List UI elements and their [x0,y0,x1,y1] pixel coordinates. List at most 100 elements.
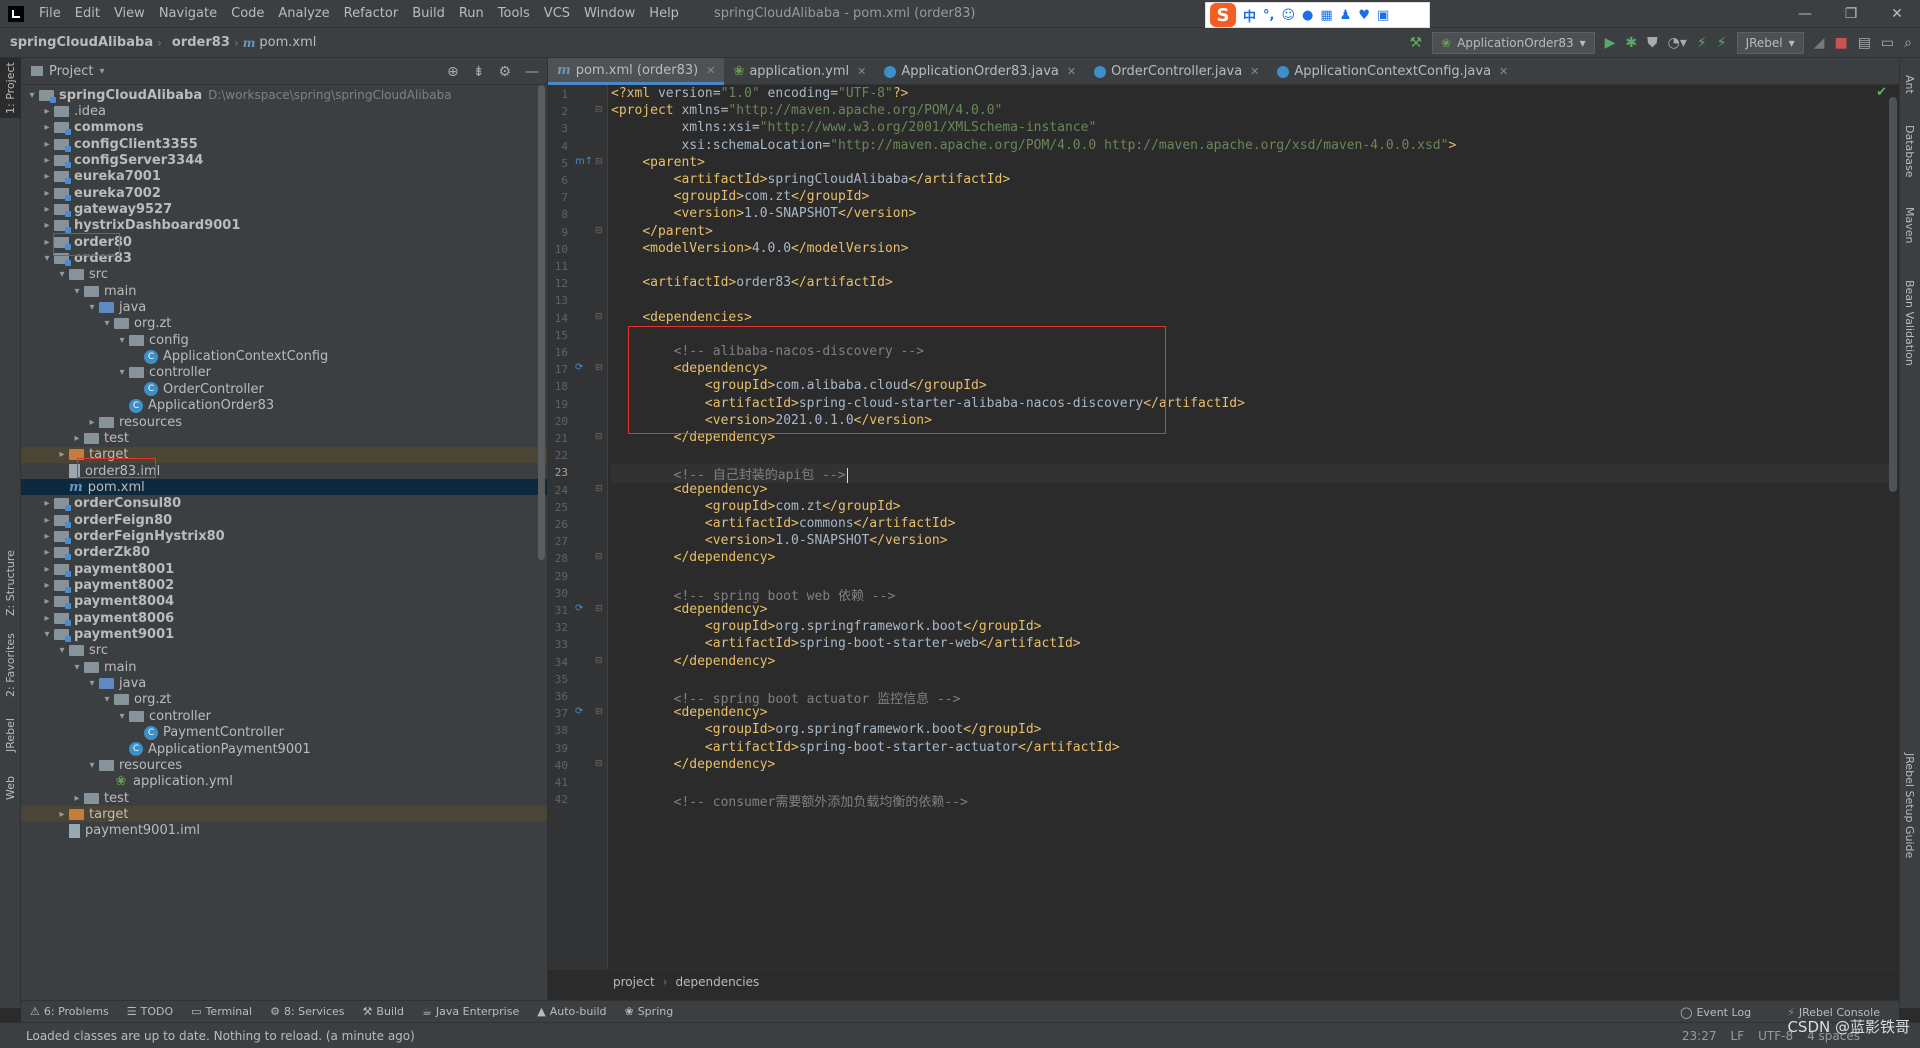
search-icon[interactable]: ⌕ [1904,35,1912,51]
menu-build[interactable]: Build [405,6,452,21]
editor-scrollbar[interactable] [1889,97,1897,492]
ime-chinese-mode-icon[interactable]: 中 [1243,6,1256,25]
tree-item[interactable]: C OrderController [21,381,547,397]
chevron-down-icon[interactable]: ▾ [40,629,54,640]
editor-tab[interactable]: ApplicationContextConfig.java ✕ [1268,58,1517,85]
run-icon[interactable]: ▶ [1605,35,1616,51]
event-log-button[interactable]: ◯ Event Log [1671,1006,1760,1019]
menu-window[interactable]: Window [577,6,642,21]
tool-tab-jrebel-setup-guide[interactable]: JRebel Setup Guide [1899,748,1920,863]
tool-button-auto-build[interactable]: ▲ Auto-build [528,1005,615,1018]
sogou-ime-icon[interactable]: S [1210,3,1236,27]
tree-item[interactable]: ▾ payment9001 [21,627,547,643]
tool-tab-favorites[interactable]: 2: Favorites [0,628,21,703]
menu-tools[interactable]: Tools [491,6,537,21]
restore-icon[interactable]: ❐ [1828,0,1874,28]
chevron-down-icon[interactable]: ▾ [85,760,99,771]
tree-item[interactable]: ▸ orderZk80 [21,545,547,561]
tool-tab-jrebel[interactable]: JRebel [0,708,21,763]
tree-item[interactable]: ▸ payment8001 [21,561,547,577]
tree-item[interactable]: ▸ test [21,430,547,446]
tool-button-java-enterprise[interactable]: ☕ Java Enterprise [413,1005,528,1018]
chevron-down-icon[interactable]: ▾ [70,286,84,297]
collapse-all-icon[interactable]: ⇟ [473,64,485,80]
presentation-icon[interactable]: ▭ [1881,35,1894,51]
dependency-refresh-icon[interactable]: ⟳ [575,362,583,373]
fold-icon[interactable]: ⊟ [595,363,603,373]
tree-item[interactable]: C ApplicationContextConfig [21,349,547,365]
menu-navigate[interactable]: Navigate [152,6,224,21]
chevron-right-icon[interactable]: ▸ [40,237,54,248]
chevron-right-icon[interactable]: ▸ [40,531,54,542]
tree-item[interactable]: ▸ eureka7002 [21,185,547,201]
tree-item[interactable]: ▾ java [21,300,547,316]
tree-item[interactable]: ▸ test [21,790,547,806]
tool-button-spring[interactable]: ❀ Spring [615,1005,682,1018]
chevron-down-icon[interactable]: ▾ [115,367,129,378]
tree-item[interactable]: ▾ controller [21,365,547,381]
editor-tab[interactable]: m pom.xml (order83) ✕ [548,58,725,85]
close-icon[interactable]: ✕ [1067,65,1076,78]
fold-icon[interactable]: ⊟ [595,105,603,115]
tree-item[interactable]: ▸ gateway9527 [21,201,547,217]
chevron-right-icon[interactable]: ▸ [40,220,54,231]
tree-item[interactable]: ▾ springCloudAlibaba D:\workspace\spring\s… [21,87,547,103]
caret-position[interactable]: 23:27 [1682,1029,1717,1043]
chevron-down-icon[interactable]: ▾ [100,318,114,329]
fold-icon[interactable]: ⊟ [595,759,603,769]
tree-item[interactable]: ▸ eureka7001 [21,169,547,185]
fold-icon[interactable]: ⊟ [595,312,603,322]
fold-icon[interactable]: ⊟ [595,604,603,614]
tool-button-problems[interactable]: ⚠ 6: Problems [21,1005,118,1018]
tree-item[interactable]: ▸ orderFeignHystrix80 [21,528,547,544]
fold-icon[interactable]: ⊟ [595,226,603,236]
ime-keyboard-icon[interactable]: ▦ [1320,8,1332,23]
gear-icon[interactable]: ⚙ [498,64,511,80]
tree-item[interactable]: ▸ configServer3344 [21,152,547,168]
tree-item[interactable]: ▸ payment8004 [21,594,547,610]
fold-icon[interactable]: ⊟ [595,656,603,666]
menu-refactor[interactable]: Refactor [337,6,406,21]
chevron-right-icon[interactable]: ▸ [40,155,54,166]
chevron-right-icon[interactable]: ▸ [40,580,54,591]
chevron-down-icon[interactable]: ▾ [85,302,99,313]
ime-voice-icon[interactable]: ● [1302,8,1313,23]
maven-parent-icon[interactable]: m↑ [575,156,593,167]
menu-code[interactable]: Code [224,6,271,21]
project-panel-title[interactable]: Project [49,64,93,79]
tree-item[interactable]: ▾ main [21,659,547,675]
code-editor[interactable]: 1 2 ⊟ 3 4 5 m↑ ⊟ 6 7 8 9 ⊟ 10 11 12 13 14 ⊟ 15 16 17 ⟳ ⊟ 18 19 20 2… [548,85,1899,969]
breadcrumb-dependencies[interactable]: dependencies [675,975,759,989]
tree-item[interactable]: ▸ hystrixDashboard9001 [21,218,547,234]
tree-item[interactable]: payment9001.iml [21,823,547,839]
chevron-right-icon[interactable]: ▸ [40,106,54,117]
close-icon[interactable]: ✕ [1250,65,1259,78]
tree-item[interactable]: ▾ resources [21,757,547,773]
locate-file-icon[interactable]: ⊕ [447,64,459,80]
chevron-right-icon[interactable]: ▸ [40,188,54,199]
chevron-right-icon[interactable]: ▸ [40,515,54,526]
nav-project-crumb[interactable]: springCloudAlibaba [0,35,157,50]
chevron-right-icon[interactable]: ▸ [40,498,54,509]
chevron-right-icon[interactable]: ▸ [40,122,54,133]
close-window-icon[interactable]: ✕ [1874,0,1920,28]
chevron-right-icon[interactable]: ▸ [40,171,54,182]
chevron-right-icon[interactable]: ▸ [40,204,54,215]
menu-analyze[interactable]: Analyze [271,6,336,21]
tool-tab-structure[interactable]: Z: Structure [0,548,21,618]
tree-item[interactable]: ▸ configClient3355 [21,136,547,152]
chevron-right-icon[interactable]: ▸ [85,417,99,428]
hide-panel-icon[interactable]: — [525,64,539,80]
chevron-down-icon[interactable]: ▾ [55,645,69,656]
project-scrollbar[interactable] [538,85,545,560]
menu-run[interactable]: Run [452,6,491,21]
tree-item[interactable]: ▾ org.zt [21,692,547,708]
ime-emoji-icon[interactable]: ☺ [1281,8,1295,23]
chevron-down-icon[interactable]: ▾ [70,662,84,673]
chevron-down-icon[interactable]: ▾ [25,90,39,101]
tool-button-terminal[interactable]: ▭ Terminal [182,1005,261,1018]
tree-item[interactable]: ▾ controller [21,708,547,724]
tool-tab-ant[interactable]: Ant [1899,64,1920,104]
chevron-right-icon[interactable]: ▸ [55,809,69,820]
fold-icon[interactable]: ⊟ [595,707,603,717]
